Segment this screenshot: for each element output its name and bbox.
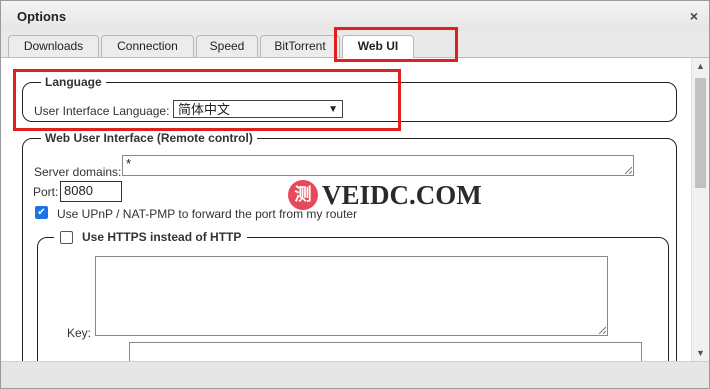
tab-speed[interactable]: Speed [196, 35, 258, 57]
webui-legend: Web User Interface (Remote control) [45, 131, 253, 145]
server-domains-label: Server domains: [34, 165, 122, 179]
server-domains-field[interactable]: * [122, 155, 634, 176]
resize-handle-icon[interactable] [598, 326, 606, 334]
dialog-title: Options [17, 9, 67, 24]
close-icon[interactable]: × [687, 9, 701, 23]
highlight-box-web-ui-tab [334, 27, 458, 62]
https-legend: Use HTTPS instead of HTTP [82, 230, 242, 244]
key-label: Key: [67, 326, 92, 340]
tab-connection[interactable]: Connection [101, 35, 194, 57]
scroll-down-icon[interactable]: ▼ [696, 348, 705, 358]
https-checkbox[interactable] [60, 231, 73, 244]
checkmark-icon: ✔ [37, 207, 46, 218]
scroll-thumb[interactable] [695, 78, 706, 188]
https-key-field[interactable] [129, 342, 642, 361]
upnp-checkbox[interactable]: ✔ [35, 206, 48, 219]
tab-downloads[interactable]: Downloads [8, 35, 99, 57]
resize-handle-icon[interactable] [624, 166, 632, 174]
dialog-footer [1, 361, 709, 388]
highlight-box-language [13, 69, 401, 131]
port-input[interactable]: 8080 [60, 181, 122, 202]
watermark-logo: 测 [288, 180, 318, 210]
https-certificate-field[interactable] [95, 256, 608, 336]
watermark-text: VEIDC.COM [322, 180, 482, 210]
scroll-up-icon[interactable]: ▲ [696, 61, 705, 71]
server-domains-value: * [126, 156, 132, 171]
upnp-label: Use UPnP / NAT-PMP to forward the port f… [57, 207, 358, 221]
vertical-scrollbar[interactable]: ▲ ▼ [691, 58, 709, 361]
tab-bittorrent[interactable]: BitTorrent [260, 35, 340, 57]
port-label: Port: [33, 185, 59, 199]
